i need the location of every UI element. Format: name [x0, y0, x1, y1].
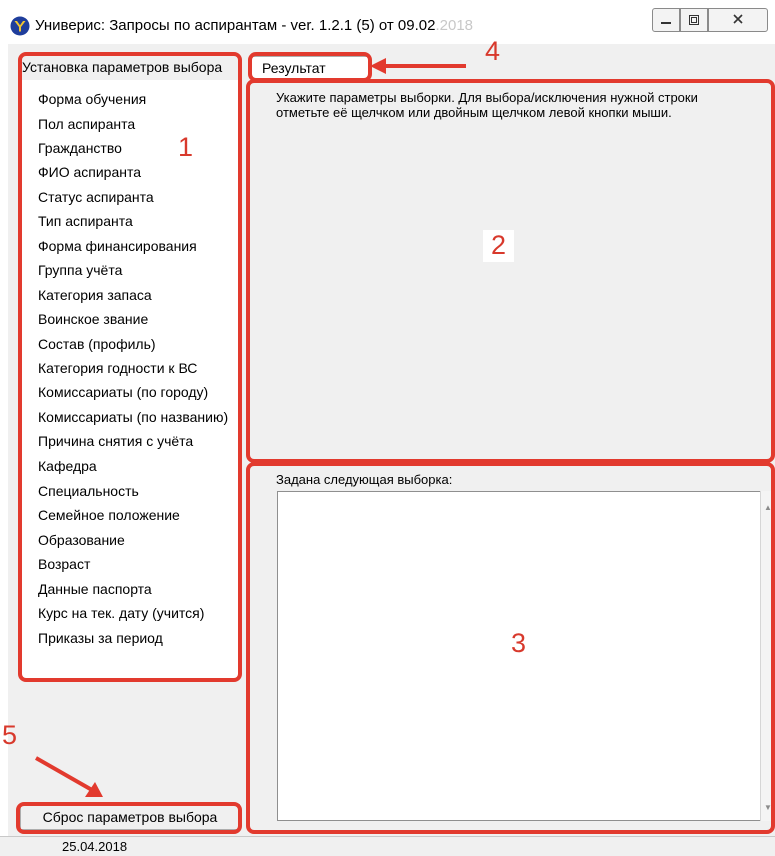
annotation-number-5: 5 — [2, 720, 18, 750]
annotation-number-4: 4 — [485, 36, 501, 66]
annotation-number-2: 2 — [483, 230, 515, 262]
annotation-number-3: 3 — [503, 628, 535, 660]
annotation-arrowhead-4 — [370, 58, 386, 74]
annotation-number-1: 1 — [170, 132, 202, 164]
annotation-arrow-5 — [35, 756, 93, 792]
annotation-arrows — [35, 58, 466, 797]
